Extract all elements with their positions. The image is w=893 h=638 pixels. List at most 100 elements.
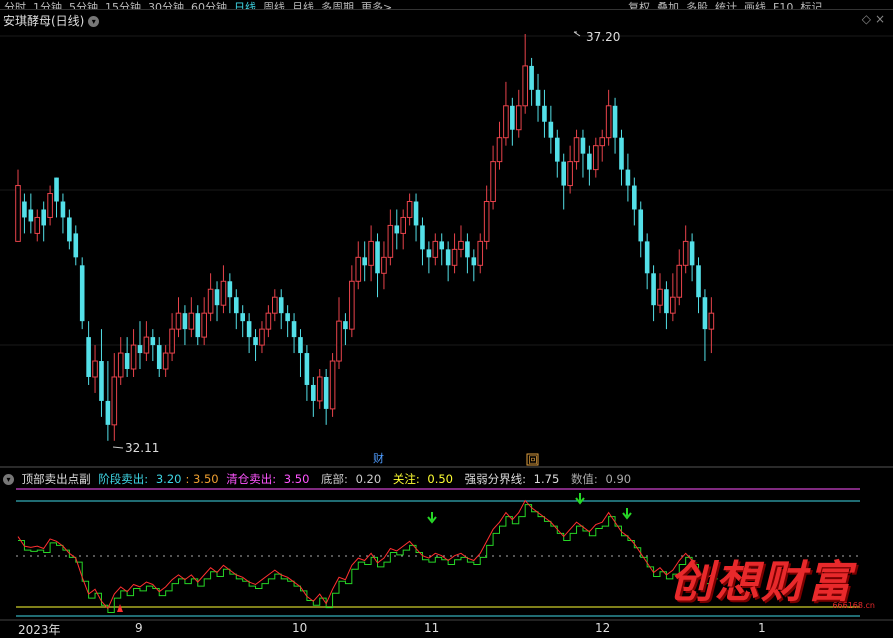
candle [477, 240, 484, 266]
buyback-event-marker: 回 [529, 455, 538, 466]
x-axis-label: 10 [292, 621, 308, 635]
candles [15, 34, 715, 441]
candle [515, 105, 522, 131]
candle [47, 193, 53, 218]
candle [329, 360, 336, 410]
x-axis-label: 2023年 [18, 623, 61, 637]
sell-arrow-icon [427, 512, 437, 524]
candle [664, 289, 669, 314]
candle [567, 161, 573, 187]
candle [355, 256, 362, 282]
indicator-green-step [18, 504, 718, 613]
candle [73, 233, 79, 258]
candle [285, 313, 290, 322]
candle [400, 216, 406, 234]
candle [573, 137, 580, 163]
high-annotation: 37.20 [573, 30, 620, 44]
qingcang-label: 清仓卖出: 3.50 [226, 472, 310, 486]
financial-event-marker: 财 [373, 451, 384, 465]
candle [587, 153, 592, 170]
candle [651, 273, 656, 306]
candle [201, 312, 207, 338]
candle [298, 337, 303, 354]
candle [599, 137, 606, 147]
candle [60, 201, 66, 218]
jieduan-label: 阶段卖出: 3.20 [98, 472, 182, 486]
candle [28, 209, 34, 222]
candle [349, 280, 355, 330]
candle [111, 376, 118, 426]
x-axis-label: 9 [135, 621, 143, 635]
indicator-step-series [17, 499, 718, 613]
candle [336, 320, 342, 362]
candle [67, 217, 72, 242]
dibu-label: 底部: 0.20 [321, 472, 382, 486]
candle [471, 257, 477, 266]
candle [79, 265, 85, 322]
candle [41, 209, 46, 226]
high-label: 37.20 [586, 30, 620, 44]
candle [490, 161, 496, 203]
candle [162, 352, 169, 370]
candle [682, 240, 689, 266]
candle [503, 105, 509, 139]
watermark-url: 666168.cn [832, 601, 875, 610]
candle [420, 225, 425, 250]
candle [233, 297, 239, 314]
candle [632, 185, 637, 210]
candle [689, 241, 695, 266]
candle [253, 337, 258, 346]
indicator-name: 顶部卖出点副 [21, 472, 91, 486]
candle [143, 336, 150, 354]
candle [535, 89, 541, 106]
candle [278, 297, 284, 314]
watermark-logo: 创想财富 [669, 557, 853, 608]
candle [413, 201, 419, 226]
candle [323, 376, 329, 409]
candle [169, 328, 175, 354]
candle [124, 353, 130, 370]
candle [561, 161, 566, 186]
candle [580, 137, 586, 154]
candle [34, 216, 41, 234]
candle [445, 249, 451, 266]
candle [612, 105, 618, 138]
candle [137, 345, 143, 354]
candle [156, 345, 162, 370]
candle [406, 201, 413, 218]
candle [265, 312, 272, 330]
candle [605, 105, 612, 139]
candle [625, 169, 631, 186]
shuzhi-label: 数值: 0.90 [570, 472, 632, 486]
indicator-red-line [17, 499, 712, 610]
candle [105, 400, 111, 425]
indicator-legend: ▾ 顶部卖出点副 阶段卖出: 3.20: 3.50 清仓卖出: 3.50 底部:… [3, 471, 639, 487]
candle [182, 313, 188, 330]
candlestick-chart[interactable]: 37.20 32.11 财 回 [0, 0, 893, 634]
candle [426, 249, 432, 258]
candle [272, 296, 278, 314]
candle [362, 257, 367, 266]
candle [542, 105, 547, 122]
sell-arrows [117, 493, 632, 612]
candle [240, 313, 245, 322]
high-arrow-line [573, 31, 581, 37]
low-label: 32.11 [125, 441, 159, 455]
candle [554, 137, 560, 162]
candle [259, 328, 265, 346]
candle [432, 240, 439, 258]
candle [130, 344, 137, 370]
candle [150, 337, 156, 346]
candle [381, 256, 387, 274]
indicator-dropdown-icon[interactable]: ▾ [3, 474, 14, 485]
candle [117, 352, 124, 378]
x-axis-label: 12 [595, 621, 611, 635]
candle [316, 376, 323, 402]
main-grid [0, 35, 893, 346]
candle [311, 384, 316, 401]
x-axis-label: 1 [758, 621, 766, 635]
candle [22, 201, 27, 218]
candle [220, 280, 227, 306]
low-arrow-line [112, 446, 124, 449]
candle [696, 265, 701, 298]
